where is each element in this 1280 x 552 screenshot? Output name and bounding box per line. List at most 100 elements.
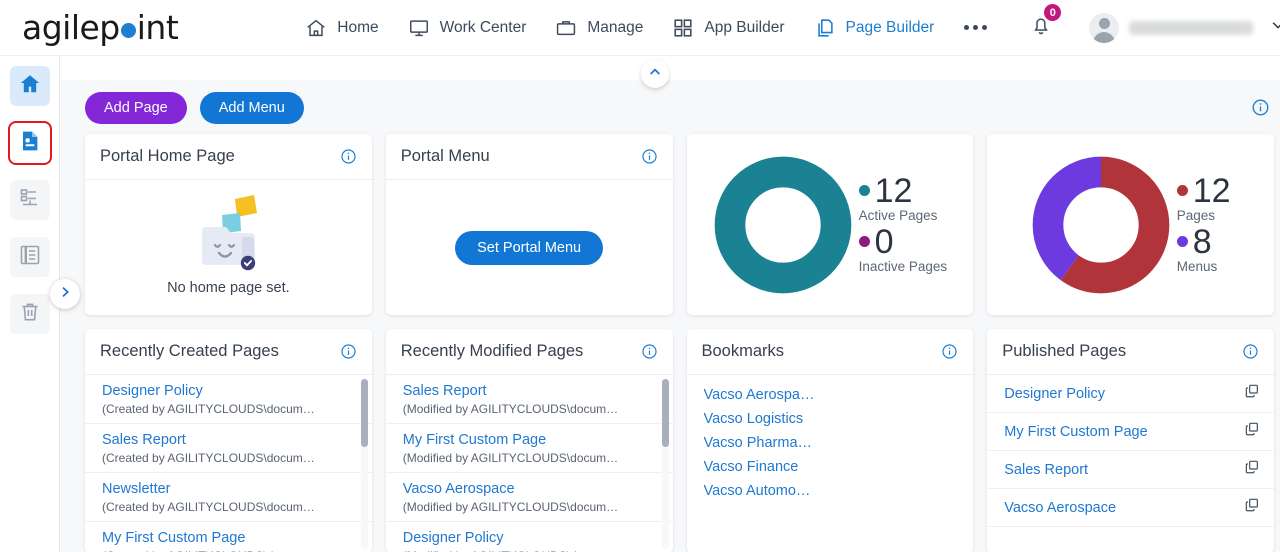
list-item-title[interactable]: Designer Policy (403, 529, 658, 549)
card-title: Recently Modified Pages (400, 342, 584, 360)
chevron-up-icon (647, 64, 663, 85)
info-icon[interactable] (1242, 343, 1259, 360)
card-body[interactable]: Sales Report (Modified by AGILITYCLOUDS\… (385, 375, 673, 552)
published-page-title[interactable]: Sales Report (1004, 462, 1088, 478)
bookmark-item[interactable]: Vacso Aerospa… (704, 383, 847, 407)
chevron-right-icon (57, 284, 73, 305)
list-item[interactable]: Sales Report (Created by AGILITYCLOUDS\d… (85, 424, 372, 474)
list-item-title[interactable]: Newsletter (102, 480, 357, 500)
add-menu-button[interactable]: Add Menu (199, 92, 304, 124)
action-toolbar: Add Page Add Menu (60, 80, 1280, 134)
scrollbar-thumb[interactable] (661, 379, 669, 447)
username-redacted (1129, 20, 1254, 35)
legend-value-active-pages: 12 (874, 171, 913, 210)
legend-label-pages: Pages (1176, 207, 1215, 223)
legend-label-active-pages: Active Pages (858, 207, 938, 223)
list-item[interactable]: My First Custom Page (Modified by AGILIT… (385, 424, 673, 474)
list-item-title[interactable]: Sales Report (102, 431, 357, 451)
user-menu[interactable] (1079, 12, 1280, 43)
nav-item-manage[interactable]: Manage (540, 8, 657, 48)
card-header: Recently Modified Pages (385, 329, 673, 375)
page-info-icon[interactable] (1251, 98, 1270, 122)
layout-list-icon (18, 243, 42, 272)
card-recently-modified-pages: Recently Modified Pages Sales Report (Mo… (385, 329, 673, 552)
sidebar-item-menus[interactable] (9, 180, 50, 220)
list-item[interactable]: My First Custom Page (Created by AGILITY… (85, 522, 372, 552)
sidebar-item-layouts[interactable] (9, 237, 50, 277)
info-icon[interactable] (340, 343, 357, 360)
list-item-subtitle: (Created by AGILITYCLOUDS\docum… (102, 450, 315, 465)
legend-dot-inactive-pages (858, 236, 870, 247)
sidebar-expand-button[interactable] (50, 279, 80, 309)
list-item[interactable]: Designer Policy (Created by AGILITYCLOUD… (85, 375, 372, 425)
chevron-down-icon[interactable] (1269, 16, 1280, 39)
copy-icon[interactable] (1244, 383, 1260, 404)
collapse-header-button[interactable] (641, 60, 669, 88)
sidebar-item-recycle-bin[interactable] (9, 294, 50, 334)
published-page-title[interactable]: Vacso Aerospace (1004, 500, 1116, 516)
info-icon[interactable] (641, 343, 658, 360)
card-header: Recently Created Pages (85, 329, 372, 375)
published-row[interactable]: Sales Report (987, 451, 1274, 489)
nav-item-work-center[interactable]: Work Center (393, 8, 541, 48)
published-row[interactable]: Vacso Aerospace (987, 489, 1274, 527)
dot-3-icon (982, 25, 988, 30)
avatar (1089, 12, 1120, 43)
legend-row: 8 (1176, 225, 1231, 259)
notification-badge: 0 (1044, 4, 1062, 21)
published-page-title[interactable]: Designer Policy (1004, 386, 1105, 402)
bookmark-item[interactable]: Vacso Finance (704, 455, 847, 479)
notifications-button[interactable]: 0 (1015, 4, 1067, 42)
scrollbar-thumb[interactable] (360, 379, 368, 447)
card-portal-menu: Portal Menu Set Portal Menu (385, 134, 673, 315)
copy-icon[interactable] (1244, 421, 1260, 442)
info-icon[interactable] (941, 343, 958, 360)
nav-more-button[interactable] (948, 25, 1003, 30)
list-item[interactable]: Newsletter (Created by AGILITYCLOUDS\doc… (85, 473, 372, 523)
agilepoint-logo[interactable]: agilep int (22, 8, 179, 47)
published-page-title[interactable]: My First Custom Page (1004, 424, 1147, 440)
info-icon[interactable] (340, 148, 357, 165)
list-item-title[interactable]: My First Custom Page (102, 529, 357, 549)
legend-dot-active-pages (858, 185, 870, 196)
legend-dot-pages (1176, 185, 1188, 196)
published-row[interactable]: Designer Policy (987, 375, 1274, 413)
card-pages-menus-chart: 12 Pages 8 Menus (987, 134, 1274, 315)
sidebar-item-pages[interactable] (7, 121, 52, 165)
card-body[interactable]: Designer Policy (Created by AGILITYCLOUD… (85, 375, 372, 552)
card-title: Portal Home Page (100, 147, 235, 165)
add-page-button[interactable]: Add Page (85, 92, 187, 124)
list-item[interactable]: Designer Policy (Modified by AGILITYCLOU… (386, 522, 673, 552)
nav-item-app-builder[interactable]: App Builder (657, 8, 798, 48)
copy-icon[interactable] (1244, 459, 1260, 480)
nav-item-page-builder[interactable]: Page Builder (799, 8, 949, 48)
published-row[interactable]: My First Custom Page (987, 413, 1274, 451)
card-title: Recently Created Pages (100, 342, 279, 360)
app-header: agilep int Home Work Center Manage App B… (0, 0, 1280, 56)
bookmark-item[interactable]: Vacso Pharma… (704, 431, 847, 455)
legend-value-pages: 12 (1192, 171, 1231, 210)
left-sidebar (0, 56, 60, 552)
bookmarks-grid: Vacso Aerospa… Vacso Logistics Vacso Pha… (687, 375, 974, 503)
scrollbar[interactable] (661, 379, 669, 549)
list-item-title[interactable]: Sales Report (403, 382, 658, 402)
list-item-title[interactable]: Vacso Aerospace (403, 480, 658, 500)
set-portal-menu-button[interactable]: Set Portal Menu (455, 230, 604, 265)
top-strip (60, 56, 1280, 80)
list-item-title[interactable]: My First Custom Page (403, 431, 658, 451)
nav-item-home[interactable]: Home (290, 8, 392, 48)
card-title: Bookmarks (701, 342, 785, 360)
sidebar-item-home[interactable] (9, 66, 50, 106)
scrollbar[interactable] (360, 379, 368, 549)
bookmark-item[interactable]: Vacso Logistics (704, 407, 847, 431)
info-icon[interactable] (641, 148, 658, 165)
copy-icon[interactable] (1244, 497, 1260, 518)
donut-chart-1: 12 Active Pages 0 Inactive Pages (713, 155, 947, 295)
list-item[interactable]: Vacso Aerospace (Modified by AGILITYCLOU… (385, 473, 673, 523)
list-item[interactable]: Sales Report (Modified by AGILITYCLOUDS\… (385, 375, 673, 425)
copy-pages-icon (813, 16, 837, 40)
list-item-title[interactable]: Designer Policy (102, 382, 357, 402)
nav-label-app-builder: App Builder (704, 18, 785, 36)
bookmark-item[interactable]: Vacso Automo… (704, 479, 847, 503)
list-item-subtitle: (Created by AGILITYCLOUDS\docum… (102, 401, 315, 416)
